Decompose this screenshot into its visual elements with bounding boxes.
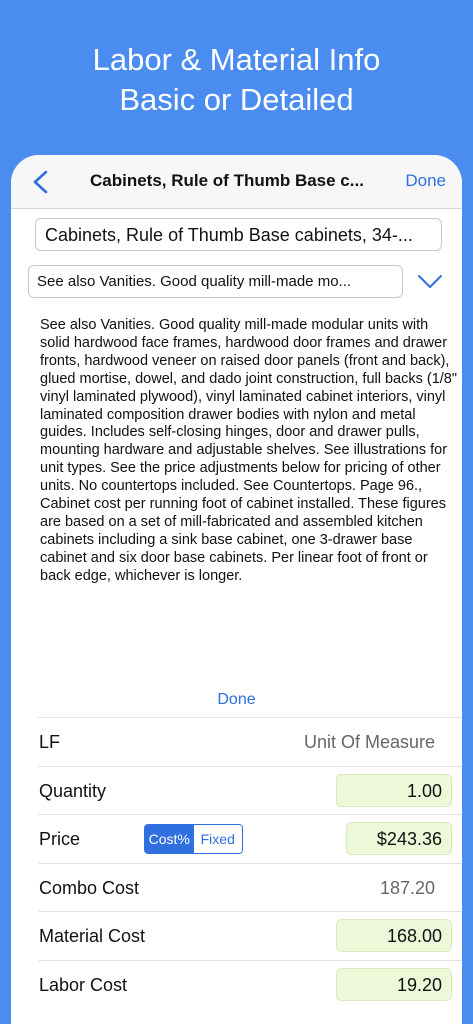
price-row: Price Cost% Fixed $243.36: [38, 814, 462, 863]
combo-cost-value: 187.20: [379, 877, 435, 898]
price-field[interactable]: $243.36: [346, 822, 452, 855]
quantity-field[interactable]: 1.00: [336, 773, 452, 807]
quantity-row: Quantity 1.00: [38, 765, 462, 815]
cost-table: LF Unit Of Measure Quantity 1.00 Price C…: [38, 717, 462, 1008]
cost-percent-segment[interactable]: Cost%: [145, 825, 194, 853]
combo-cost-row: Combo Cost 187.20: [38, 862, 462, 912]
labor-cost-row: Labor Cost 19.20: [38, 959, 462, 1009]
promo-heading: Labor & Material Info Basic or Detailed: [0, 40, 473, 120]
chevron-down-icon: [418, 275, 442, 288]
material-cost-row: Material Cost 168.00: [38, 911, 462, 960]
description-done-button[interactable]: Done: [11, 691, 462, 709]
chevron-left-icon: [33, 170, 48, 194]
unit-of-measure-value[interactable]: Unit Of Measure: [304, 732, 435, 753]
labor-cost-label: Labor Cost: [39, 974, 128, 995]
description-expand-button[interactable]: [410, 265, 450, 298]
unit-label: LF: [39, 732, 61, 752]
material-cost-field[interactable]: 168.00: [336, 919, 452, 952]
quantity-label: Quantity: [39, 780, 107, 801]
description-text: See also Vanities. Good quality mill-mad…: [40, 317, 458, 584]
combo-cost-label: Combo Cost: [39, 877, 140, 898]
price-label: Price: [39, 829, 81, 849]
description-row: See also Vanities. Good quality mill-mad…: [28, 265, 462, 298]
phone-screen: Cabinets, Rule of Thumb Base c... Done C…: [11, 155, 462, 1024]
done-button[interactable]: Done: [405, 171, 446, 191]
unit-row: LF Unit Of Measure: [38, 717, 462, 766]
fixed-segment[interactable]: Fixed: [193, 825, 242, 853]
labor-cost-field[interactable]: 19.20: [336, 967, 452, 1001]
promo-line-2: Basic or Detailed: [119, 82, 354, 117]
material-cost-label: Material Cost: [39, 926, 146, 946]
price-mode-segmented-control: Cost% Fixed: [144, 824, 243, 854]
back-button[interactable]: [29, 168, 53, 196]
description-field[interactable]: See also Vanities. Good quality mill-mad…: [28, 265, 403, 298]
promo-line-1: Labor & Material Info: [92, 42, 381, 77]
page-title: Cabinets, Rule of Thumb Base c...: [90, 171, 364, 190]
navigation-bar: Cabinets, Rule of Thumb Base c... Done: [11, 155, 462, 209]
item-title-field[interactable]: Cabinets, Rule of Thumb Base cabinets, 3…: [35, 218, 442, 251]
